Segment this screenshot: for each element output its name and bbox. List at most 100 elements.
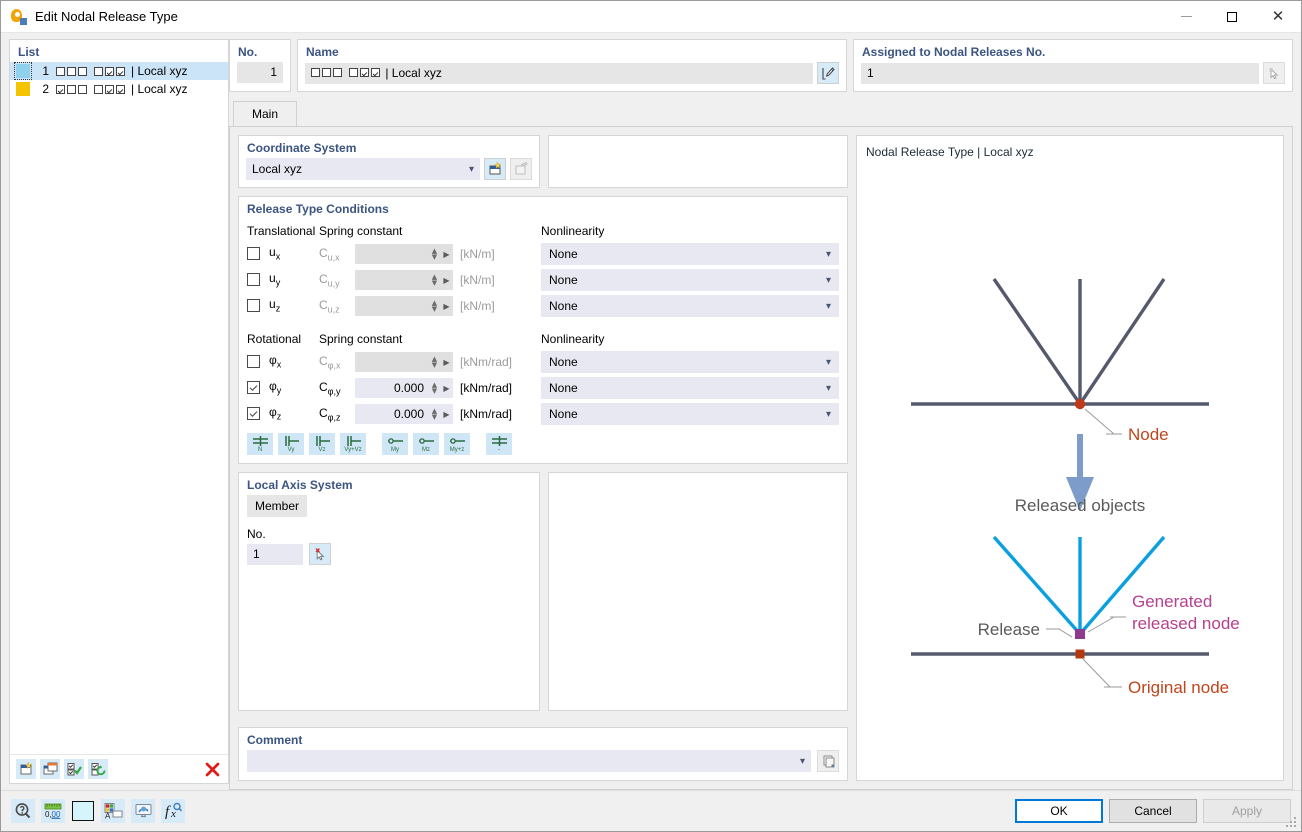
resize-grip[interactable] [1286,817,1298,829]
phiy-spinner-arrows[interactable]: ▲▼ [429,382,440,394]
phiy-spring-input[interactable]: 0.000 ▲▼ ▶ [355,378,453,398]
uy-checkbox[interactable] [247,273,260,286]
chevron-down-icon: ▾ [800,756,805,767]
units-decimal-places-button[interactable]: 0, 00 [41,799,65,823]
preset-vz-button[interactable]: Vz [309,433,335,455]
assigned-input[interactable]: 1 [861,63,1259,84]
uy-spinner-arrows[interactable]: ▲▼ [429,274,440,286]
minimize-button[interactable] [1163,1,1209,32]
preset-vy-vz-label: Vy+Vz [344,447,361,453]
ux-spring-input[interactable]: ▲▼ ▶ [355,244,453,264]
preset-my-mz-button[interactable]: My+z [444,433,470,455]
name-dof-icons [311,68,382,77]
phix-nonlinearity-select[interactable]: None ▾ [541,351,839,373]
comment-templates-button[interactable] [817,750,839,772]
pick-objects-button[interactable] [1263,62,1285,84]
local-axis-system-groupbox: Local Axis System Member No. 1 [238,472,540,711]
maximize-button[interactable] [1209,1,1255,32]
phiy-expand-icon[interactable]: ▶ [440,384,453,393]
select-all-button[interactable] [64,759,84,779]
comment-input[interactable]: ▾ [247,750,811,772]
apply-button[interactable]: Apply [1203,799,1291,823]
delete-item-button[interactable] [202,759,222,779]
new-item-button[interactable] [16,759,36,779]
uy-nonlinearity-select[interactable]: None ▾ [541,269,839,291]
no-input[interactable]: 1 [237,62,283,83]
list-item-index: 1 [37,64,49,78]
preset-my-mz-label: My+z [450,447,465,453]
ux-expand-icon[interactable]: ▶ [440,250,453,259]
ux-checkbox[interactable] [247,247,260,260]
list-item[interactable]: 1 | Local xyz [10,62,228,80]
uz-spring-input[interactable]: ▲▼ ▶ [355,296,453,316]
phiy-nonlinearity-select[interactable]: None ▾ [541,377,839,399]
copy-item-button[interactable] [40,759,60,779]
new-coordinate-system-button[interactable] [484,158,506,180]
list-item-index: 2 [37,82,49,96]
ok-button[interactable]: OK [1015,799,1103,823]
display-properties-button[interactable]: A [101,799,125,823]
coordinate-system-select[interactable]: Local xyz ▾ [246,158,480,180]
phiz-expand-icon[interactable]: ▶ [440,410,453,419]
preset-vy-vz-button[interactable]: Vy+Vz [340,433,366,455]
uy-unit: [kN/m] [460,273,495,287]
uz-checkbox[interactable] [247,299,260,312]
preset-mz-button[interactable]: Mz [413,433,439,455]
ux-spinner-arrows[interactable]: ▲▼ [429,248,440,260]
preset-vy-button[interactable]: Vy [278,433,304,455]
preset-mz-label: Mz [422,447,430,453]
local-axis-no-input[interactable]: 1 [247,544,303,565]
phiz-nonlinearity-select[interactable]: None ▾ [541,403,839,425]
phiz-cell: φz [247,405,319,423]
local-axis-type-value[interactable]: Member [247,495,307,517]
edit-coordinate-system-button[interactable] [510,158,532,180]
tab-main[interactable]: Main [233,101,297,126]
refresh-selection-button[interactable] [88,759,108,779]
phix-spinner-arrows[interactable]: ▲▼ [429,356,440,368]
coordinate-system-title: Coordinate System [239,136,539,158]
list-item[interactable]: 2 | Local xyz [10,80,228,98]
assigned-title: Assigned to Nodal Releases No. [854,40,1292,62]
diagram-label-generated-released-node-line1: Generated [1132,592,1212,611]
ux-unit: [kN/m] [460,247,495,261]
name-input[interactable]: | Local xyz [305,63,813,84]
phiz-spring-input[interactable]: 0.000 ▲▼ ▶ [355,404,453,424]
preset-my-button[interactable]: My [382,433,408,455]
formula-button[interactable]: f x [161,799,185,823]
name-title: Name [298,40,846,62]
local-axis-spacer-panel [548,472,848,711]
title-bar: Edit Nodal Release Type ✕ [1,1,1301,33]
ux-nonlinearity-select[interactable]: None ▾ [541,243,839,265]
dialog-body: List 1 | Local xyz 2 [1,33,1301,790]
chevron-down-icon: ▾ [826,275,831,286]
render-view-button[interactable] [131,799,155,823]
info-help-button[interactable] [11,799,35,823]
phix-unit: [kNm/rad] [460,355,512,369]
color-swatch-button[interactable] [71,799,95,823]
preset-n-button[interactable]: N [247,433,273,455]
close-button[interactable]: ✕ [1255,1,1301,32]
cancel-button[interactable]: Cancel [1109,799,1197,823]
pick-member-button[interactable] [309,543,331,565]
preset-none-button[interactable]: - [486,433,512,455]
uy-spring-input[interactable]: ▲▼ ▶ [355,270,453,290]
list-body[interactable]: 1 | Local xyz 2 [10,62,228,754]
phix-checkbox[interactable] [247,355,260,368]
uz-nonlinearity-select[interactable]: None ▾ [541,295,839,317]
phiz-checkbox[interactable] [247,407,260,420]
preset-vy-label: Vy [288,447,295,453]
translational-header-spring: Spring constant [319,224,541,238]
phiz-spinner-arrows[interactable]: ▲▼ [429,408,440,420]
phiy-checkbox[interactable] [247,381,260,394]
phix-spring-input[interactable]: ▲▼ ▶ [355,352,453,372]
uz-spinner-arrows[interactable]: ▲▼ [429,300,440,312]
edit-name-button[interactable] [817,62,839,84]
translational-section: Translational Spring constant Nonlineari… [239,221,847,319]
phix-expand-icon[interactable]: ▶ [440,358,453,367]
uy-expand-icon[interactable]: ▶ [440,276,453,285]
rotational-header-nonlinearity: Nonlinearity [541,332,839,346]
list-item-dof-icons [56,85,127,94]
uz-expand-icon[interactable]: ▶ [440,302,453,311]
hinge-preset-toolbar: N Vy Vz Vy+ [239,427,847,455]
ux-label: ux [269,245,280,261]
